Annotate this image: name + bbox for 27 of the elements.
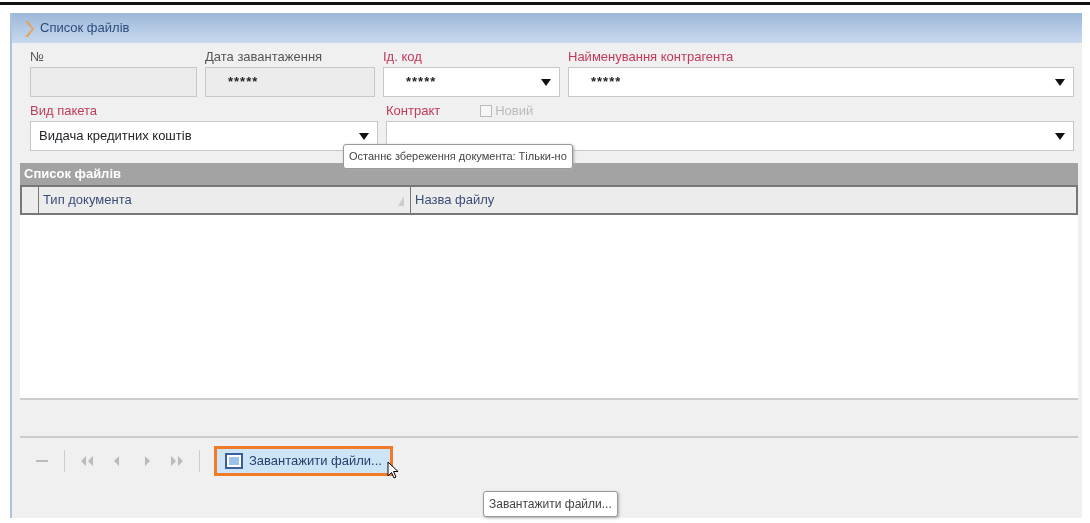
input-field: *****: [205, 67, 375, 97]
dropdown-arrow-icon[interactable]: [541, 78, 551, 86]
chevron-icon: [24, 19, 34, 38]
field-label: №: [30, 49, 44, 65]
dropdown-arrow-icon[interactable]: [1055, 132, 1065, 140]
folder-icon: [225, 451, 243, 470]
window-title: Список файлів: [40, 19, 130, 38]
last-page-icon[interactable]: [169, 454, 185, 467]
tooltip: Завантажити файли...: [483, 491, 618, 517]
tooltip: Останнє збереження документа: Тільки-но: [343, 144, 573, 169]
field-label: Вид пакета: [30, 103, 98, 119]
dropdown-arrow-icon[interactable]: [1055, 78, 1065, 86]
dropdown-field[interactable]: *****: [568, 67, 1074, 97]
dropdown-field[interactable]: *****: [383, 67, 560, 97]
column-header[interactable]: Тип документа: [38, 187, 410, 213]
first-page-icon[interactable]: [79, 454, 95, 467]
field-label: Ід. код: [383, 49, 422, 65]
field-label: Контракт: [386, 103, 441, 119]
cursor-icon: [387, 461, 399, 479]
field-label: Найменування контрагента: [568, 49, 734, 65]
panel-title: Список файлів: [20, 163, 1078, 185]
dropdown-field[interactable]: [386, 121, 1074, 151]
dropdown-arrow-icon[interactable]: [359, 132, 369, 140]
sort-icon[interactable]: [398, 195, 404, 206]
field-label: Дата завантаження: [205, 49, 323, 65]
column-header[interactable]: Назва файлу: [410, 187, 1076, 213]
dropdown-field[interactable]: Видача кредитних коштів: [30, 121, 378, 151]
